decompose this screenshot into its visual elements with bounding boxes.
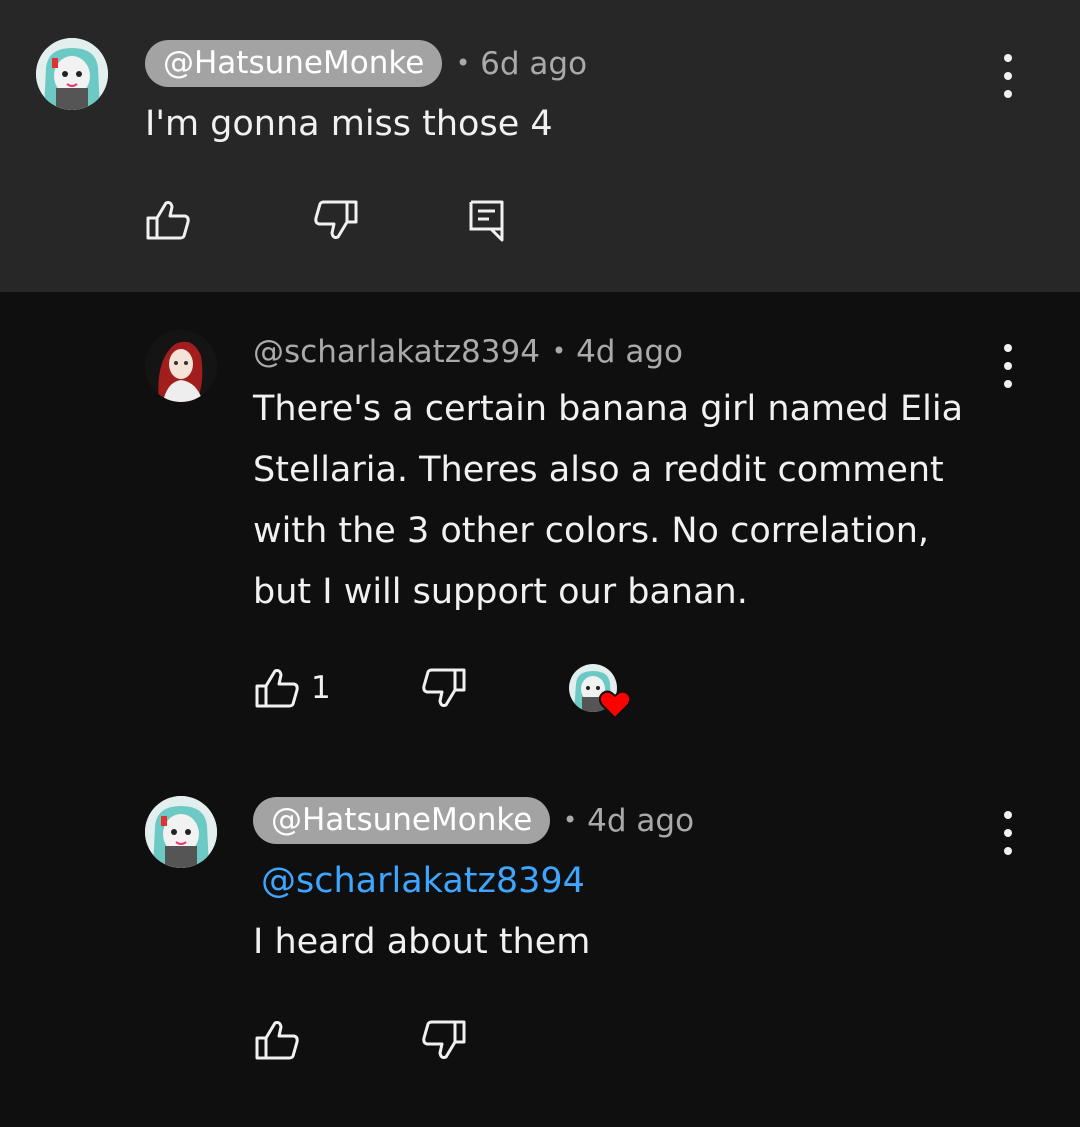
avatar-miku-icon <box>36 38 108 110</box>
avatar[interactable] <box>145 796 217 868</box>
comment-text: I'm gonna miss those 4 <box>145 104 553 144</box>
thumb-down-icon[interactable] <box>422 668 466 708</box>
like-count: 1 <box>311 670 331 706</box>
more-options-icon[interactable] <box>993 811 1023 855</box>
comment-text: There's a certain banana girl named Elia… <box>253 379 963 623</box>
comment-timestamp: • 6d ago <box>456 46 588 82</box>
author-handle-chip[interactable]: @HatsuneMonke <box>145 40 443 87</box>
avatar-redhair-icon <box>145 330 217 402</box>
comment-text-line: but I will support our banan. <box>253 572 748 612</box>
thumb-down-icon[interactable] <box>314 200 358 240</box>
avatar-miku-icon <box>145 796 217 868</box>
comment-meta: @scharlakatz8394 • 4d ago <box>253 334 683 370</box>
reply-icon[interactable] <box>469 200 505 242</box>
thumb-up-icon[interactable] <box>146 200 190 240</box>
comment-text-line: Stellaria. Theres also a reddit comment <box>253 450 944 490</box>
thumb-up-icon[interactable] <box>255 1020 299 1060</box>
comment-text: @scharlakatz8394 I heard about them <box>253 851 590 973</box>
more-options-icon[interactable] <box>993 344 1023 388</box>
comment-text-line: I heard about them <box>253 922 591 962</box>
thumb-down-icon[interactable] <box>422 1020 466 1060</box>
more-options-icon[interactable] <box>993 54 1023 98</box>
comment-text-line: There's a certain banana girl named Elia <box>253 389 964 429</box>
comment-text-line: with the 3 other colors. No correlation, <box>253 511 930 551</box>
mention-link[interactable]: @scharlakatz8394 <box>261 861 585 901</box>
heart-icon <box>599 690 631 720</box>
author-handle[interactable]: @scharlakatz8394 <box>253 334 540 370</box>
thumb-up-icon[interactable] <box>255 668 299 708</box>
highlighted-comment: @HatsuneMonke • 6d ago I'm gonna miss tho… <box>0 0 1080 292</box>
comment-timestamp: 4d ago <box>576 334 683 370</box>
avatar[interactable] <box>145 330 217 402</box>
avatar[interactable] <box>36 38 108 110</box>
comment-timestamp: • 4d ago <box>563 803 695 839</box>
creator-heart <box>569 664 633 722</box>
author-handle-chip[interactable]: @HatsuneMonke <box>253 797 551 844</box>
